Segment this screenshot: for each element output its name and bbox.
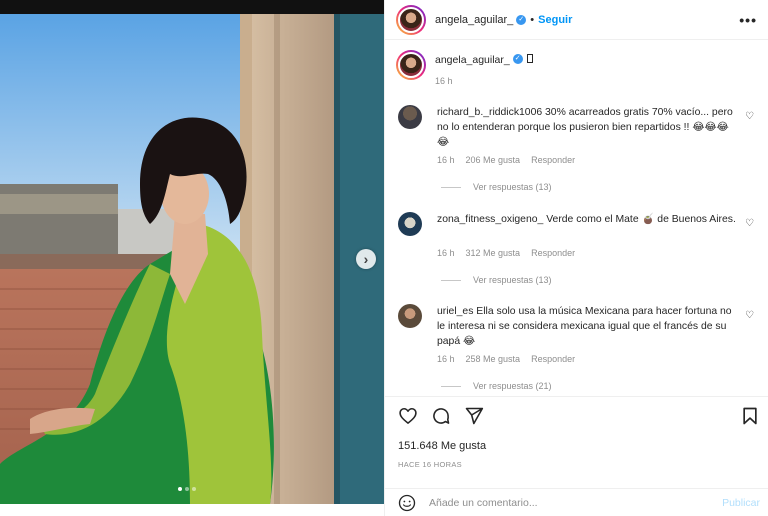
commenter-avatar[interactable] bbox=[398, 212, 422, 236]
caption: angela_aguilar_ ✓ 16 h bbox=[396, 50, 533, 86]
header-separator: • bbox=[530, 13, 535, 26]
comment-like-icon[interactable]: ♡ bbox=[745, 310, 754, 321]
verified-icon: ✓ bbox=[516, 14, 527, 25]
view-replies-label: Ver respuestas (13) bbox=[473, 275, 552, 285]
comment-body: richard_b._riddick1006 30% acarreados gr… bbox=[437, 105, 737, 150]
verified-icon: ✓ bbox=[512, 53, 523, 64]
comment-icon[interactable] bbox=[431, 406, 451, 426]
posted-time: HACE 16 HORAS bbox=[398, 460, 462, 469]
carousel-dot[interactable] bbox=[185, 487, 189, 491]
caption-time: 16 h bbox=[435, 76, 453, 86]
comment-body: uriel_es Ella solo usa la música Mexican… bbox=[437, 304, 737, 349]
comment-meta: 16 h 206 Me gusta Responder bbox=[437, 155, 586, 165]
author-avatar[interactable] bbox=[396, 4, 426, 35]
avatar-image bbox=[398, 52, 424, 78]
commenter-username[interactable]: uriel_es bbox=[437, 306, 473, 317]
actions-divider bbox=[385, 396, 768, 397]
carousel-dots bbox=[178, 487, 196, 491]
comment-body: zona_fitness_oxigeno_ Verde como el Mate… bbox=[437, 212, 737, 227]
commenter-avatar[interactable] bbox=[398, 105, 422, 129]
comment-text: Verde como el Mate 🧉 de Buenos Aires. bbox=[546, 214, 736, 225]
reply-button[interactable]: Responder bbox=[531, 155, 575, 165]
view-replies-button[interactable]: Ver respuestas (13) bbox=[441, 182, 552, 192]
top-dark-bar bbox=[0, 0, 384, 14]
carousel-dot[interactable] bbox=[178, 487, 182, 491]
likes-count[interactable]: 151.648 Me gusta bbox=[398, 440, 486, 452]
more-options-icon[interactable]: ••• bbox=[739, 12, 757, 28]
bottom-bar bbox=[0, 504, 384, 516]
comment-time: 16 h bbox=[437, 248, 455, 258]
comment-text: Ella solo usa la música Mexicana para ha… bbox=[437, 306, 732, 347]
send-icon[interactable] bbox=[464, 406, 484, 426]
comment-meta: 16 h 258 Me gusta Responder bbox=[437, 354, 586, 364]
post-actions bbox=[398, 406, 484, 426]
carousel-dot[interactable] bbox=[192, 487, 196, 491]
post-photo[interactable] bbox=[0, 14, 384, 504]
publish-button[interactable]: Publicar bbox=[722, 497, 760, 509]
caption-username[interactable]: angela_aguilar_ bbox=[435, 54, 510, 66]
emoji-icon[interactable] bbox=[398, 494, 416, 512]
view-replies-label: Ver respuestas (21) bbox=[473, 381, 552, 391]
comment-composer: Publicar bbox=[385, 488, 768, 516]
author-username[interactable]: angela_aguilar_ bbox=[435, 14, 513, 26]
view-replies-label: Ver respuestas (13) bbox=[473, 182, 552, 192]
comment-likes[interactable]: 258 Me gusta bbox=[466, 354, 521, 364]
follow-button[interactable]: Seguir bbox=[538, 14, 572, 26]
reply-button[interactable]: Responder bbox=[531, 354, 575, 364]
commenter-username[interactable]: richard_b._riddick1006 bbox=[437, 107, 542, 118]
comment-likes[interactable]: 312 Me gusta bbox=[466, 248, 521, 258]
replies-line bbox=[441, 279, 461, 281]
avatar-image bbox=[398, 6, 424, 33]
comment-like-icon[interactable]: ♡ bbox=[745, 111, 754, 122]
view-replies-button[interactable]: Ver respuestas (21) bbox=[441, 381, 552, 391]
comment-likes[interactable]: 206 Me gusta bbox=[466, 155, 521, 165]
caption-glyph bbox=[526, 54, 533, 64]
commenter-username[interactable]: zona_fitness_oxigeno_ bbox=[437, 214, 543, 225]
photo-illustration bbox=[0, 14, 384, 504]
caption-avatar[interactable] bbox=[396, 50, 426, 80]
bookmark-icon[interactable] bbox=[740, 406, 760, 426]
reply-button[interactable]: Responder bbox=[531, 248, 575, 258]
replies-line bbox=[441, 186, 461, 188]
replies-line bbox=[441, 385, 461, 387]
commenter-avatar[interactable] bbox=[398, 304, 422, 328]
comment-input[interactable] bbox=[429, 495, 699, 511]
comment-like-icon[interactable]: ♡ bbox=[745, 218, 754, 229]
next-photo-button[interactable]: › bbox=[356, 249, 376, 269]
post-header: angela_aguilar_ ✓ • Seguir ••• bbox=[385, 0, 768, 40]
heart-icon[interactable] bbox=[398, 406, 418, 426]
comment-time: 16 h bbox=[437, 354, 455, 364]
comment-time: 16 h bbox=[437, 155, 455, 165]
view-replies-button[interactable]: Ver respuestas (13) bbox=[441, 275, 552, 285]
post-panel: angela_aguilar_ ✓ • Seguir ••• angela_ag… bbox=[384, 0, 768, 516]
comment-meta: 16 h 312 Me gusta Responder bbox=[437, 248, 586, 258]
